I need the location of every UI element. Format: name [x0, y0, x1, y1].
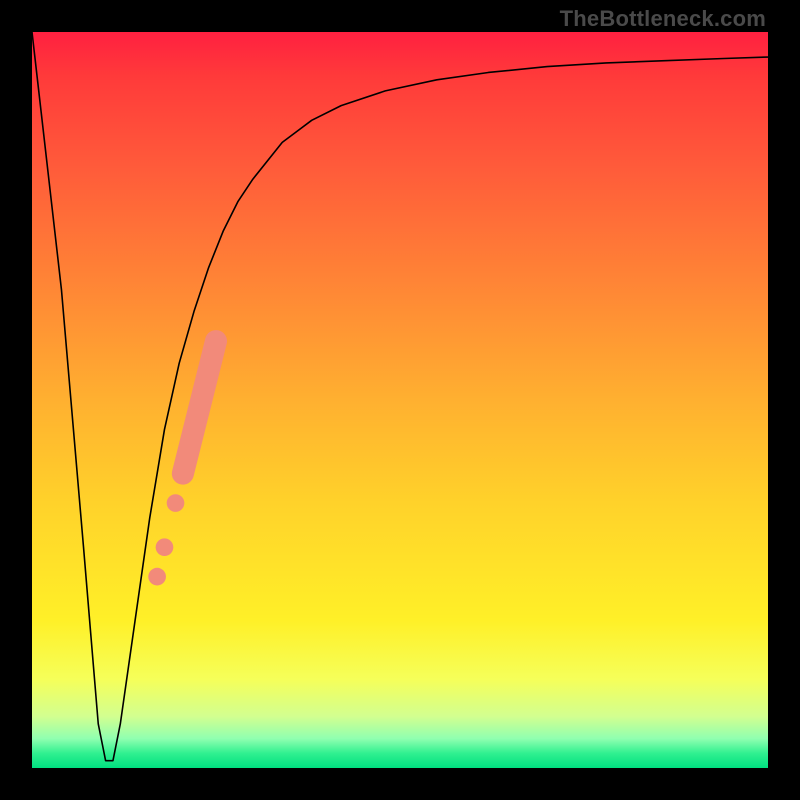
- chart-overlay: [32, 32, 768, 768]
- marker-dot-3: [167, 494, 185, 512]
- bottleneck-curve: [32, 32, 768, 761]
- marker-dot-2: [156, 538, 174, 556]
- marker-segment: [183, 341, 216, 473]
- plot-area: [32, 32, 768, 768]
- marker-dot-1: [148, 568, 166, 586]
- chart-frame: TheBottleneck.com: [0, 0, 800, 800]
- watermark-text: TheBottleneck.com: [560, 6, 766, 32]
